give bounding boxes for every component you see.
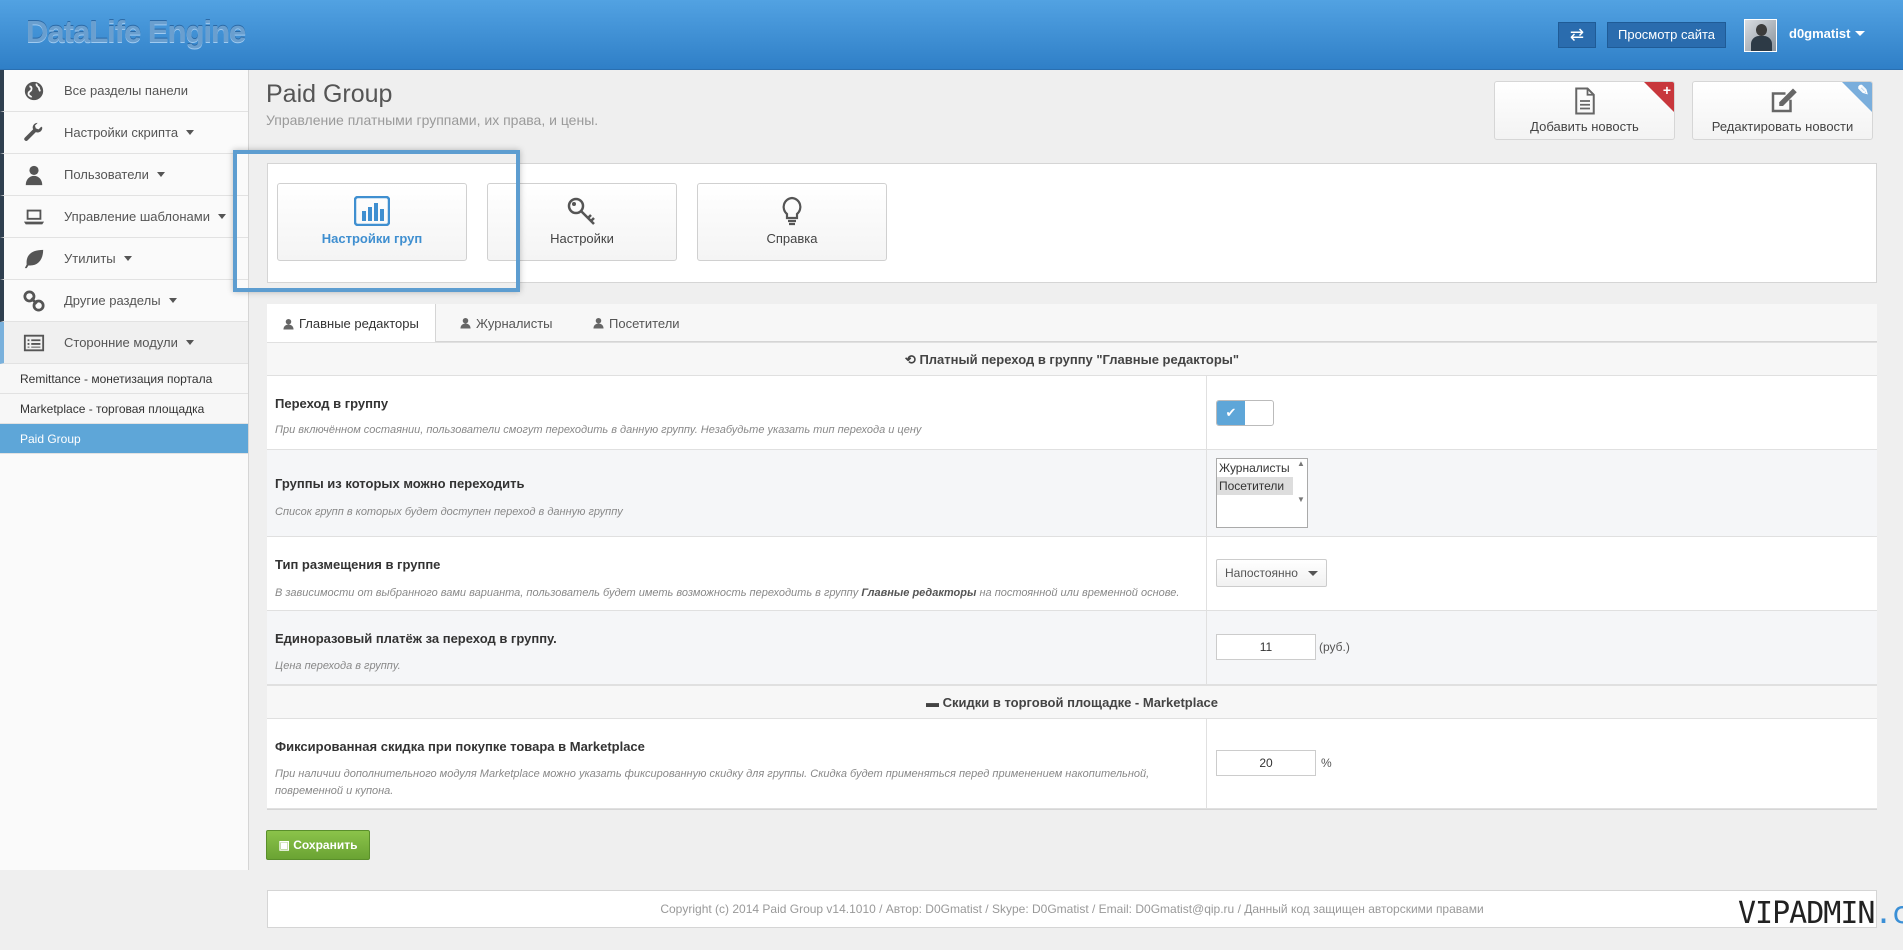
tab-chief-editors[interactable]: Главные редакторы xyxy=(267,304,436,343)
sidebar-item-label: Сторонние модули xyxy=(64,335,178,350)
chevron-down-icon xyxy=(1308,571,1318,576)
key-icon xyxy=(567,197,595,225)
chevron-down-icon xyxy=(168,298,177,303)
row-desc: При наличии дополнительного модуля Marke… xyxy=(275,768,1150,797)
tabs-bar: Главные редакторы Журналисты Посетители xyxy=(267,304,1877,343)
page-title: Paid Group xyxy=(266,80,393,108)
chevron-down-icon xyxy=(185,340,194,345)
tile-label: Справка xyxy=(766,231,818,246)
row-title: Переход в группу xyxy=(275,396,389,411)
sidebar-item-templates[interactable]: Управление шаблонами xyxy=(0,196,248,238)
sidebar: Все разделы панели Настройки скрипта Пол… xyxy=(0,70,249,870)
row-placement: Тип размещения в группе В зависимости от… xyxy=(267,537,1877,611)
sidebar-item-utilities[interactable]: Утилиты xyxy=(0,238,248,280)
save-icon: ▣ xyxy=(278,838,290,852)
plus-icon: + xyxy=(1662,82,1671,98)
groups-multiselect[interactable]: Журналисты Посетители ▲ ▼ xyxy=(1216,458,1308,528)
sidebar-item-script-settings[interactable]: Настройки скрипта xyxy=(0,112,248,154)
list-option[interactable]: Журналисты xyxy=(1217,459,1293,477)
row-groups: Группы из которых можно переходить Списо… xyxy=(267,450,1877,537)
sidebar-item-other[interactable]: Другие разделы xyxy=(0,280,248,322)
user-icon xyxy=(283,318,294,329)
link-icon xyxy=(4,289,64,312)
sidebar-item-users[interactable]: Пользователи xyxy=(0,154,248,196)
user-icon xyxy=(460,317,471,329)
avatar[interactable] xyxy=(1744,19,1777,52)
briefcase-icon: ▬ xyxy=(925,695,939,710)
section-heading: ▬ Скидки в торговой площадке - Marketpla… xyxy=(267,685,1877,719)
transition-toggle[interactable]: ✔ xyxy=(1216,400,1274,426)
scrollbar[interactable]: ▲ ▼ xyxy=(1295,459,1307,527)
list-option[interactable]: Посетители xyxy=(1217,477,1293,495)
footer: Copyright (c) 2014 Paid Group v14.1010 /… xyxy=(267,890,1877,928)
row-title: Группы из которых можно переходить xyxy=(275,476,525,491)
pencil-icon: ✎ xyxy=(1857,82,1869,98)
refresh-icon: ⟲ xyxy=(904,352,916,367)
section-heading: ⟲ Платный переход в группу "Главные реда… xyxy=(267,342,1877,376)
placement-select[interactable]: Напостоянно xyxy=(1216,559,1327,587)
selection-highlight xyxy=(233,150,520,292)
add-news-button[interactable]: + Добавить новость xyxy=(1494,81,1675,140)
top-bar: DataLife Engine ⇄ Просмотр сайта d0gmati… xyxy=(0,0,1903,70)
edit-news-label: Редактировать новости xyxy=(1711,119,1854,134)
username[interactable]: d0gmatist xyxy=(1789,26,1850,41)
row-title: Единоразовый платёж за переход в группу. xyxy=(275,631,557,646)
row-desc: Список групп в которых будет доступен пе… xyxy=(275,506,623,518)
sidebar-item-label: Настройки скрипта xyxy=(64,125,179,140)
sidebar-item-all-sections[interactable]: Все разделы панели xyxy=(0,70,248,112)
laptop-icon xyxy=(4,206,64,228)
swap-button[interactable]: ⇄ xyxy=(1558,22,1596,48)
sidebar-subitem-marketplace[interactable]: Marketplace - торговая площадка xyxy=(0,394,248,424)
chevron-down-icon[interactable] xyxy=(1855,31,1865,36)
chevron-down-icon xyxy=(123,256,132,261)
row-title: Тип размещения в группе xyxy=(275,557,441,572)
leaf-icon xyxy=(4,248,64,270)
sidebar-item-third-party[interactable]: Сторонние модули xyxy=(0,322,248,364)
globe-icon xyxy=(4,80,64,102)
sidebar-subitem-remittance[interactable]: Remittance - монетизация портала xyxy=(0,364,248,394)
view-site-button[interactable]: Просмотр сайта xyxy=(1607,22,1727,48)
logo[interactable]: DataLife Engine xyxy=(26,14,246,50)
sidebar-item-label: Утилиты xyxy=(64,251,116,266)
tile-help[interactable]: Справка xyxy=(697,183,887,261)
add-news-label: Добавить новость xyxy=(1530,119,1639,134)
watermark: VIPADMIN.club xyxy=(1738,896,1903,931)
sidebar-item-label: Другие разделы xyxy=(64,293,161,308)
chevron-down-icon xyxy=(217,214,226,219)
list-icon xyxy=(4,332,64,354)
lightbulb-icon xyxy=(782,196,802,226)
wrench-icon xyxy=(4,122,64,144)
sidebar-subitem-paid-group[interactable]: Paid Group xyxy=(0,424,248,454)
currency-label: (руб.) xyxy=(1319,640,1350,654)
row-discount: Фиксированная скидка при покупке товара … xyxy=(267,719,1877,809)
user-icon xyxy=(4,164,64,186)
discount-input[interactable]: 20 xyxy=(1216,750,1316,776)
chevron-down-icon xyxy=(186,130,195,135)
row-title: Фиксированная скидка при покупке товара … xyxy=(275,739,645,754)
check-icon: ✔ xyxy=(1217,401,1245,425)
tab-journalists[interactable]: Журналисты xyxy=(444,304,569,342)
percent-label: % xyxy=(1321,756,1332,770)
row-transition: Переход в группу При включённом состаяни… xyxy=(267,376,1877,450)
tab-visitors[interactable]: Посетители xyxy=(577,304,696,342)
sidebar-item-label: Пользователи xyxy=(64,167,149,182)
document-icon xyxy=(1574,87,1595,115)
row-desc: Цена перехода в группу. xyxy=(275,660,401,672)
row-desc: При включённом состаянии, пользователи с… xyxy=(275,424,922,436)
edit-news-button[interactable]: ✎ Редактировать новости xyxy=(1692,81,1873,140)
user-icon xyxy=(593,317,604,329)
edit-icon xyxy=(1771,88,1797,113)
save-button[interactable]: ▣ Сохранить xyxy=(266,830,370,860)
sidebar-item-label: Все разделы панели xyxy=(64,83,189,98)
page-subtitle: Управление платными группами, их права, … xyxy=(266,112,599,128)
chevron-down-icon xyxy=(156,172,165,177)
sidebar-item-label: Управление шаблонами xyxy=(64,209,210,224)
row-payment: Единоразовый платёж за переход в группу.… xyxy=(267,611,1877,685)
row-label-cell xyxy=(267,450,1207,536)
payment-input[interactable]: 11 xyxy=(1216,634,1316,660)
row-desc: В зависимости от выбранного вами вариант… xyxy=(275,587,1180,599)
